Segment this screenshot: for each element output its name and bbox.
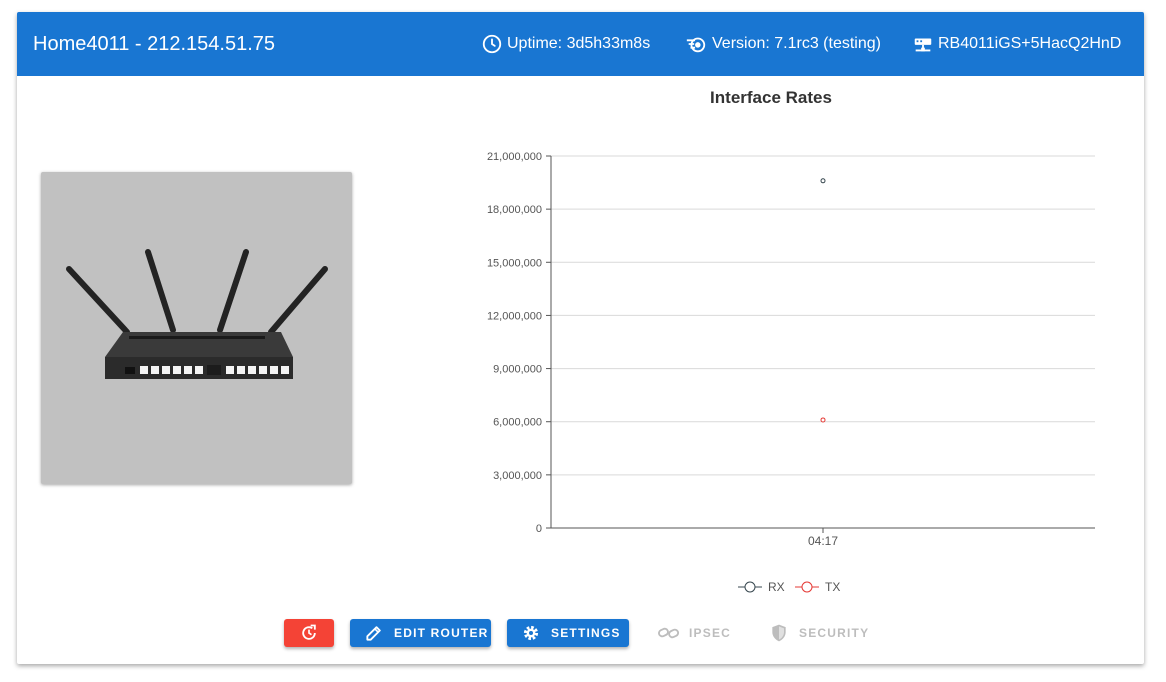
y-tick-label: 12,000,000 (487, 310, 542, 322)
pencil-icon (366, 626, 381, 641)
reboot-button[interactable] (284, 619, 334, 647)
network-device-icon (914, 38, 932, 52)
y-tick-label: 9,000,000 (493, 364, 542, 376)
restart-icon (302, 624, 316, 640)
edit-router-button[interactable]: EDIT ROUTER (350, 619, 491, 647)
legend-label-rx: RX (768, 580, 785, 594)
gear-icon (523, 625, 539, 641)
router-image (41, 172, 352, 484)
uptime-info: Uptime: 3d5h33m8s (481, 33, 650, 55)
version-text: Version: 7.1rc3 (testing) (712, 35, 881, 52)
model-info: RB4011iGS+5HacQ2HnD (912, 33, 1121, 55)
legend-marker-rx (744, 581, 756, 593)
settings-label: SETTINGS (551, 626, 621, 640)
y-tick-label: 21,000,000 (487, 151, 542, 163)
clock-icon (482, 34, 502, 54)
router-card: Home4011 - 212.154.51.75 Uptime: 3d5h33m… (17, 12, 1144, 664)
router-actions: EDIT ROUTER SETTINGS IPSEC SECURITY (17, 619, 1144, 649)
y-tick-label: 15,000,000 (487, 257, 542, 269)
data-point-tx (820, 417, 826, 423)
uptime-text: Uptime: 3d5h33m8s (507, 35, 651, 52)
y-tick-label: 0 (536, 523, 542, 535)
data-point-rx (820, 178, 826, 184)
x-tick-label: 04:17 (808, 534, 838, 548)
router-header: Home4011 - 212.154.51.75 Uptime: 3d5h33m… (17, 12, 1144, 76)
link-icon (658, 627, 680, 639)
ipsec-label: IPSEC (689, 626, 732, 640)
model-text: RB4011iGS+5HacQ2HnD (938, 35, 1122, 52)
legend-label-tx: TX (825, 580, 840, 594)
settings-button[interactable]: SETTINGS (507, 619, 629, 647)
y-tick-label: 18,000,000 (487, 204, 542, 216)
y-tick-label: 3,000,000 (493, 470, 542, 482)
aperture-icon (686, 37, 706, 53)
chart-title: Interface Rates (710, 88, 832, 107)
security-button[interactable]: SECURITY (769, 619, 879, 647)
edit-router-label: EDIT ROUTER (394, 626, 489, 640)
router-title: Home4011 - 212.154.51.75 (33, 33, 276, 55)
y-tick-label: 6,000,000 (493, 417, 542, 429)
ipsec-button[interactable]: IPSEC (657, 619, 741, 647)
legend-marker-tx (801, 581, 813, 593)
version-info: Version: 7.1rc3 (testing) (684, 33, 881, 55)
interface-rates-chart: Interface Rates 0 3,000,000 6,000,000 9,000… (447, 82, 1127, 602)
security-label: SECURITY (799, 626, 870, 640)
shield-icon (772, 624, 786, 642)
